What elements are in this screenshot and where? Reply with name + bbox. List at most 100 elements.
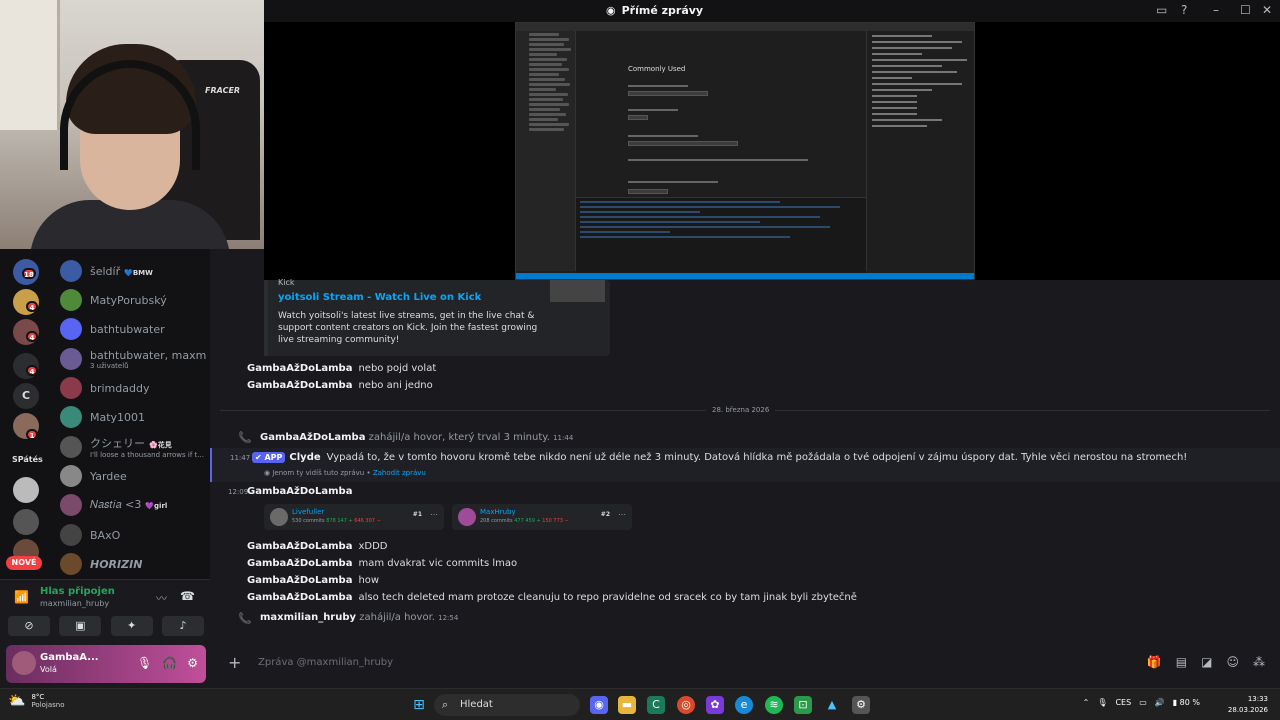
dm-item[interactable]: šeldíř 💙BMW xyxy=(56,257,206,285)
embed-thumbnail[interactable] xyxy=(550,280,605,302)
headphones-icon[interactable]: 🎧 xyxy=(162,656,177,670)
taskbar-search[interactable]: ⌕ Hledat xyxy=(434,694,580,716)
vscode-settings-editor: Commonly Used xyxy=(576,31,866,197)
weather-icon: ⛅ xyxy=(8,693,26,709)
chrome-icon[interactable]: ◎ xyxy=(677,696,695,714)
dm-name: Maty1001 xyxy=(90,410,146,424)
leaderboard-card[interactable]: MaxHruby 208 commits 477 459 + 150 773 −… xyxy=(452,504,632,530)
inbox-icon[interactable]: ▭ xyxy=(1156,3,1167,17)
app-icon[interactable]: ▲ xyxy=(823,696,841,714)
avatar xyxy=(60,524,82,546)
discord-taskbar-icon[interactable]: ◉ xyxy=(590,696,608,714)
server-icon[interactable] xyxy=(13,509,39,535)
screenshare-stream[interactable]: Commonly Used xyxy=(264,22,1280,280)
avatar xyxy=(60,260,82,282)
network-icon[interactable]: ▭ xyxy=(1139,698,1147,707)
call-system-message: maxmilian_hruby zahájil/a hovor. 12:54 xyxy=(260,612,459,623)
server-icon[interactable]: C xyxy=(13,383,39,409)
link-embed: Kick yoitsoli Stream - Watch Live on Kic… xyxy=(264,278,610,356)
battery-indicator[interactable]: ▮ 80 % xyxy=(1173,698,1200,707)
dm-item[interactable]: bathtubwater xyxy=(56,315,206,343)
server-icon[interactable] xyxy=(13,477,39,503)
file-explorer-icon[interactable]: ▬ xyxy=(618,696,636,714)
clock[interactable]: 13:33 28.03.2026 xyxy=(1228,694,1268,716)
avatar xyxy=(60,318,82,340)
avatar xyxy=(60,377,82,399)
gif-icon[interactable]: ▤ xyxy=(1176,655,1187,669)
chevron-up-icon[interactable]: ⌃ xyxy=(1083,698,1090,707)
voice-status[interactable]: Hlas připojen xyxy=(40,586,115,597)
language-indicator[interactable]: CES xyxy=(1115,698,1131,707)
more-icon[interactable]: ⋯ xyxy=(430,510,438,519)
microphone-icon[interactable]: 🎙 xyxy=(137,656,152,670)
server-label[interactable]: SPátés xyxy=(12,455,43,464)
soundboard-button[interactable]: ♪ xyxy=(161,616,204,636)
message: GambaAžDoLamba nebo pojd volat xyxy=(247,363,437,374)
attach-plus-icon[interactable]: + xyxy=(228,653,241,672)
maximize-button[interactable]: ☐ xyxy=(1240,3,1251,17)
app-icon[interactable]: ⊡ xyxy=(794,696,812,714)
avatar xyxy=(60,436,82,458)
leaderboard-card[interactable]: Livefuller 530 commits 878 147 + 646 307… xyxy=(264,504,444,530)
gift-icon[interactable]: 🎁 xyxy=(1147,655,1162,669)
weather-widget[interactable]: ⛅ 8°C Polojasno xyxy=(8,693,65,709)
dm-item[interactable]: 𝑁𝑎𝑠𝑡𝑖𝑎 <3 💜girl xyxy=(56,491,206,519)
webcam-overlay: FRACER xyxy=(0,0,264,249)
date-divider-label: 28. března 2026 xyxy=(706,406,776,414)
windows-start-icon[interactable]: ⊞ xyxy=(410,696,428,714)
avatar xyxy=(60,406,82,428)
apps-icon[interactable]: ⁂ xyxy=(1253,655,1265,669)
dm-item[interactable]: BAxO xyxy=(56,521,206,549)
unread-badge: 4 xyxy=(26,365,38,376)
avatar xyxy=(60,553,82,575)
vscode-menubar xyxy=(516,23,974,31)
noise-suppression-icon[interactable]: 〰 xyxy=(156,590,167,606)
emoji-icon[interactable]: ☺ xyxy=(1226,655,1239,669)
vscode-statusbar xyxy=(516,273,974,279)
dm-item[interactable]: brimdaddy xyxy=(56,374,206,402)
dm-name: クシェリー 🌸花見 I'll loose a thousand arrows if … xyxy=(90,437,204,459)
dm-list: šeldíř 💙BMW MatyPorubský bathtubwater bat… xyxy=(52,249,210,579)
screenshare-button[interactable]: ▣ xyxy=(59,616,102,636)
avatar[interactable] xyxy=(12,651,36,675)
dm-item[interactable]: クシェリー 🌸花見 I'll loose a thousand arrows if … xyxy=(56,433,206,461)
spotify-icon[interactable]: ≋ xyxy=(765,696,783,714)
camera-off-button[interactable]: ⊘ xyxy=(8,616,50,636)
avatar xyxy=(458,508,476,526)
unread-badge: 4 xyxy=(26,301,38,312)
avatar xyxy=(60,494,82,516)
new-messages-pill[interactable]: NOVÉ xyxy=(6,556,42,570)
dm-item[interactable]: bathtubwater, maxmili...3 uživatelů xyxy=(56,345,206,373)
message-time: 12:09 xyxy=(228,488,249,496)
system-tray: ⌃ 🎙 CES ▭ 🔊 ▮ 80 % xyxy=(1083,698,1200,707)
disconnect-icon[interactable]: ☎ xyxy=(180,589,195,603)
search-icon: ⌕ xyxy=(442,698,449,711)
dismiss-message-link[interactable]: Zahodit zprávu xyxy=(373,469,426,477)
microphone-icon[interactable]: 🎙 xyxy=(1097,698,1107,707)
message-time: 11:47 xyxy=(230,454,251,462)
username[interactable]: GambaA... xyxy=(40,652,99,663)
dm-item[interactable]: Yardee xyxy=(56,462,206,490)
settings-icon[interactable]: ⚙ xyxy=(852,696,870,714)
volume-icon[interactable]: 🔊 xyxy=(1155,698,1165,707)
dm-item[interactable]: HORIZIN xyxy=(56,550,206,578)
more-icon[interactable]: ⋯ xyxy=(618,510,626,519)
app-icon[interactable]: C xyxy=(647,696,665,714)
edge-icon[interactable]: e xyxy=(735,696,753,714)
vscode-activity-bar xyxy=(516,31,526,271)
dm-item[interactable]: MatyPorubský xyxy=(56,286,206,314)
message-input[interactable]: Zpráva @maxmilian_hruby xyxy=(258,657,393,668)
embed-title[interactable]: yoitsoli Stream - Watch Live on Kick xyxy=(278,292,481,303)
dm-name: 𝑁𝑎𝑠𝑡𝑖𝑎 <3 💜girl xyxy=(90,498,168,511)
app-message: ✔ APP Clyde Vypadá to, že v tomto hovoru k… xyxy=(252,452,1187,463)
gear-icon[interactable]: ⚙ xyxy=(187,656,198,670)
help-icon[interactable]: ? xyxy=(1181,3,1187,17)
user-panel: GambaA... Volá 🎙 🎧 ⚙ xyxy=(6,645,206,683)
app-icon[interactable]: ✿ xyxy=(706,696,724,714)
activities-button[interactable]: ✦ xyxy=(110,616,153,636)
dm-item[interactable]: Maty1001 xyxy=(56,403,206,431)
sticker-icon[interactable]: ◪ xyxy=(1201,655,1212,669)
close-button[interactable]: ✕ xyxy=(1262,3,1272,17)
avatar xyxy=(60,465,82,487)
minimize-button[interactable]: – xyxy=(1213,3,1219,17)
